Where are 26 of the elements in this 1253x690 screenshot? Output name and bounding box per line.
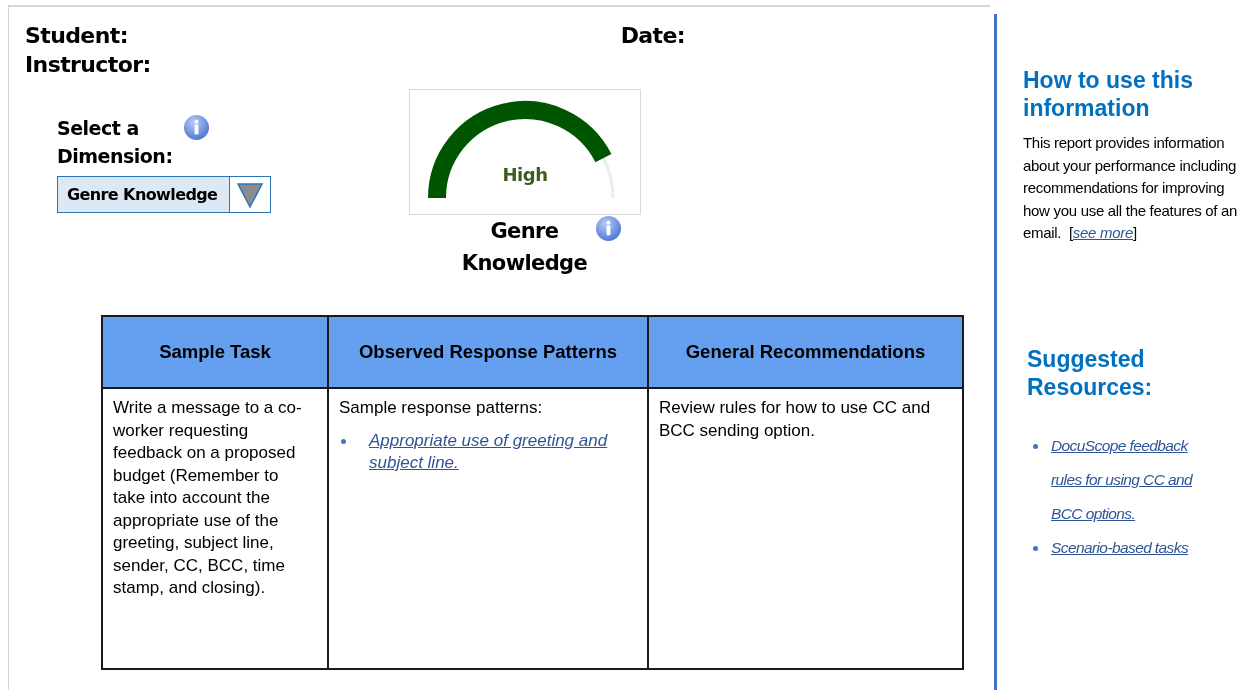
instructor-label: Instructor: [25, 52, 151, 77]
bullet-icon [341, 438, 346, 444]
resource-link[interactable]: DocuScope feedback rules for using CC and BCC options. [1051, 428, 1211, 531]
dimension-dropdown[interactable]: Genre Knowledge [57, 176, 271, 213]
date-label: Date: [620, 22, 685, 50]
gauge-title: Genre Knowledge [460, 218, 589, 277]
caret-icon [236, 180, 264, 209]
resource-link[interactable]: Scenario-based tasks [1051, 530, 1189, 565]
info-icon[interactable] [594, 215, 622, 242]
section-title: How to use this information [1023, 66, 1194, 122]
column-header: General Recommendations [648, 316, 963, 388]
section-title: Suggested Resources: [1027, 344, 1154, 401]
pattern-link[interactable]: Appropriate use of greeting and subject line. [369, 429, 637, 475]
patterns-intro: Sample response patterns: [339, 398, 543, 417]
gauge-reading: High [501, 164, 549, 185]
gauge-track [602, 157, 615, 199]
student-label: Student: [25, 22, 128, 50]
bullet-icon [1033, 545, 1038, 551]
bullet-icon [1033, 443, 1038, 449]
recommendation-cell: Review rules for how to use CC and BCC sending option. [648, 388, 963, 669]
column-header: Sample Task [102, 316, 328, 388]
column-header: Observed Response Patterns [328, 316, 648, 388]
task-cell: Write a message to a co-worker requesting feedback on a proposed budget (Remember to take into account the appropriate use of the greeting, subject line, sender, CC, BCC, time stamp, and closing). [102, 388, 328, 669]
info-paragraph: This report provides information about your performance including recommendations for improving how you use all the features of an email. [see more] [1023, 133, 1239, 243]
info-icon[interactable] [183, 114, 210, 141]
dimension-label: Select a Dimension: [57, 116, 174, 169]
